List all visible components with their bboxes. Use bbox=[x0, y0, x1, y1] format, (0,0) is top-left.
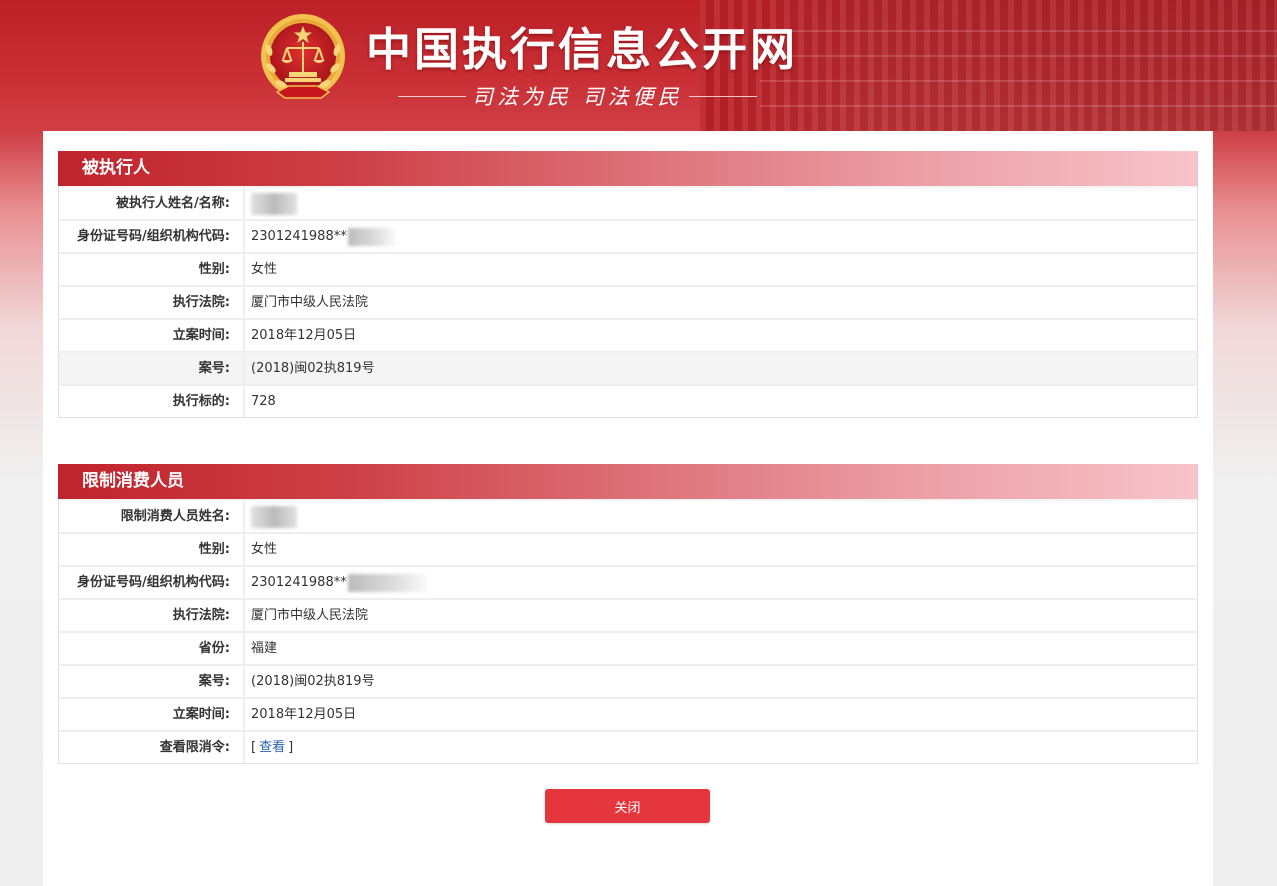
site-header: 中国执行信息公开网 司法为民 司法便民 bbox=[0, 0, 1277, 131]
field-label: 执行标的: bbox=[59, 386, 245, 417]
table-row: 案号: (2018)闽02执819号 bbox=[59, 664, 1197, 697]
id-number-visible: 2301241988** bbox=[251, 229, 347, 244]
table-row: 查看限消令: [ 查看 ] bbox=[59, 730, 1197, 763]
section-title-executed-person: 被执行人 bbox=[58, 151, 1198, 186]
field-label: 身份证号码/组织机构代码: bbox=[59, 221, 245, 252]
executed-person-section: 被执行人 被执行人姓名/名称: 身份证号码/组织机构代码: 2301241988… bbox=[58, 151, 1198, 418]
table-row: 限制消费人员姓名: bbox=[59, 499, 1197, 532]
field-value-filing-date: 2018年12月05日 bbox=[251, 707, 357, 722]
restricted-consumer-table: 限制消费人员姓名: 性别: 女性 身份证号码/组织机构代码: 230124198… bbox=[58, 499, 1198, 764]
field-label: 立案时间: bbox=[59, 320, 245, 351]
field-label: 身份证号码/组织机构代码: bbox=[59, 567, 245, 598]
link-bracket-open: [ bbox=[251, 740, 257, 755]
field-label: 查看限消令: bbox=[59, 732, 245, 763]
field-value-court: 厦门市中级人民法院 bbox=[251, 295, 369, 310]
field-value-court: 厦门市中级人民法院 bbox=[251, 608, 369, 623]
table-row: 执行法院: 厦门市中级人民法院 bbox=[59, 285, 1197, 318]
field-value-case-number: (2018)闽02执819号 bbox=[251, 674, 375, 689]
field-label: 被执行人姓名/名称: bbox=[59, 188, 245, 219]
table-row: 性别: 女性 bbox=[59, 532, 1197, 565]
slogan-divider-right bbox=[688, 95, 757, 97]
field-label: 执行法院: bbox=[59, 600, 245, 631]
field-value-name bbox=[245, 188, 1197, 219]
redacted-id-tail bbox=[347, 227, 396, 246]
field-value-gender: 女性 bbox=[251, 262, 278, 277]
redacted-name bbox=[251, 192, 297, 215]
table-row: 身份证号码/组织机构代码: 2301241988** bbox=[59, 219, 1197, 252]
field-label: 案号: bbox=[59, 666, 245, 697]
table-row: 省份: 福建 bbox=[59, 631, 1197, 664]
view-restriction-order-link[interactable]: 查看 bbox=[259, 732, 285, 763]
restricted-consumer-section: 限制消费人员 限制消费人员姓名: 性别: 女性 身份证号码/组织机构代码: 23… bbox=[58, 464, 1198, 764]
table-row: 被执行人姓名/名称: bbox=[59, 186, 1197, 219]
executed-person-table: 被执行人姓名/名称: 身份证号码/组织机构代码: 2301241988** 性别… bbox=[58, 186, 1198, 418]
section-title-restricted-consumer: 限制消费人员 bbox=[58, 464, 1198, 499]
field-value-province: 福建 bbox=[251, 641, 278, 656]
table-row: 身份证号码/组织机构代码: 2301241988** bbox=[59, 565, 1197, 598]
slogan-divider-left bbox=[398, 95, 466, 97]
field-label: 立案时间: bbox=[59, 699, 245, 730]
table-row: 案号: (2018)闽02执819号 bbox=[59, 351, 1197, 384]
redacted-name bbox=[251, 505, 297, 528]
site-title: 中国执行信息公开网 bbox=[366, 23, 799, 76]
field-label: 案号: bbox=[59, 353, 245, 384]
field-value-case-number: (2018)闽02执819号 bbox=[251, 361, 375, 376]
court-emblem-icon bbox=[261, 14, 345, 99]
field-value-filing-date: 2018年12月05日 bbox=[251, 328, 357, 343]
id-number-visible: 2301241988** bbox=[251, 575, 347, 590]
field-value-gender: 女性 bbox=[251, 542, 278, 557]
detail-panel: 被执行人 被执行人姓名/名称: 身份证号码/组织机构代码: 2301241988… bbox=[43, 131, 1213, 886]
table-row: 执行标的: 728 bbox=[59, 384, 1197, 417]
field-label: 省份: bbox=[59, 633, 245, 664]
field-value-id: 2301241988** bbox=[245, 567, 1197, 598]
table-row: 执行法院: 厦门市中级人民法院 bbox=[59, 598, 1197, 631]
field-label: 限制消费人员姓名: bbox=[59, 501, 245, 532]
table-row: 立案时间: 2018年12月05日 bbox=[59, 318, 1197, 351]
slogan-text: 司法为民 司法便民 bbox=[472, 85, 683, 109]
table-row: 性别: 女性 bbox=[59, 252, 1197, 285]
table-row: 立案时间: 2018年12月05日 bbox=[59, 697, 1197, 730]
close-button[interactable]: 关闭 bbox=[545, 789, 710, 823]
field-value-name bbox=[245, 501, 1197, 532]
field-label: 性别: bbox=[59, 254, 245, 285]
field-label: 性别: bbox=[59, 534, 245, 565]
field-value-id: 2301241988** bbox=[245, 221, 1197, 252]
site-slogan: 司法为民 司法便民 bbox=[398, 82, 757, 110]
field-value-view-order: [ 查看 ] bbox=[245, 732, 1197, 763]
link-bracket-close: ] bbox=[288, 740, 294, 755]
field-value-execution-amount: 728 bbox=[251, 394, 276, 409]
redacted-id-tail bbox=[347, 573, 428, 592]
field-label: 执行法院: bbox=[59, 287, 245, 318]
